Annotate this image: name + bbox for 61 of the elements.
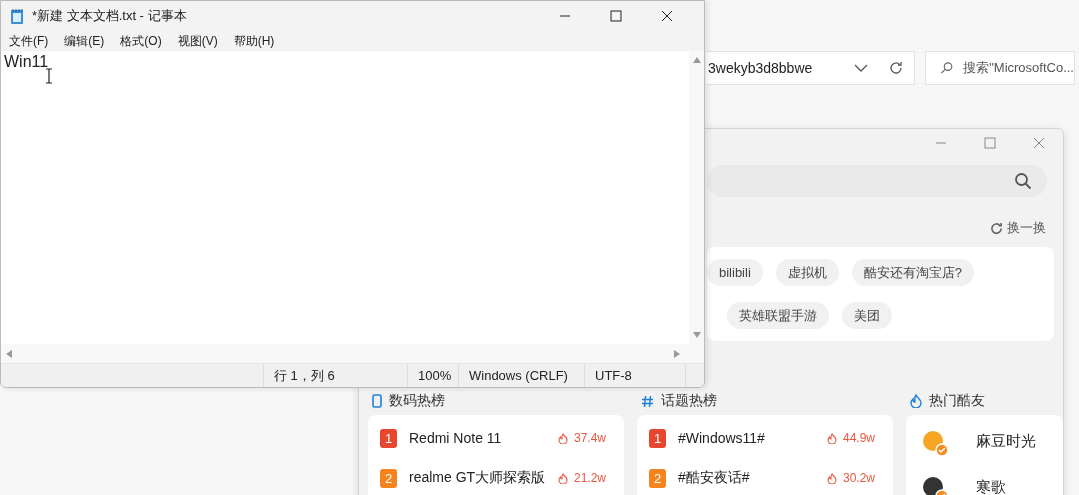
search-field[interactable]: [707, 165, 1047, 197]
text-cursor-icon: [45, 68, 53, 84]
refresh-button[interactable]: 换一换: [990, 219, 1046, 237]
flame-icon: [557, 432, 568, 444]
rank-badge: 1: [380, 428, 397, 448]
status-text: UTF-8: [585, 364, 686, 387]
chevron-down-icon[interactable]: [854, 63, 868, 73]
search-icon[interactable]: [1014, 172, 1032, 190]
menu-item[interactable]: 编辑(E): [64, 32, 105, 50]
search-placeholder: 搜索"MicrosoftCo...: [963, 59, 1074, 77]
search-field[interactable]: 搜索"MicrosoftCo...: [925, 51, 1075, 85]
section-title: 热门酷友: [929, 392, 985, 410]
user-name[interactable]: 麻豆时光: [976, 431, 1036, 451]
window-title: *新建 文本文档.txt - 记事本: [32, 7, 187, 25]
document-text[interactable]: Win11: [4, 53, 49, 70]
tag-chip[interactable]: 英雄联盟手游: [727, 302, 829, 329]
address-bar[interactable]: 3wekyb3d8bbwe: [706, 51, 915, 85]
tag-chip[interactable]: 酷安还有淘宝店?: [851, 259, 975, 286]
heat-count: 30.2w: [842, 471, 875, 485]
rank-badge: 2: [649, 468, 666, 488]
status-text: 100%: [408, 364, 459, 387]
search-icon: [940, 61, 954, 75]
ranking-title[interactable]: Redmi Note 11: [409, 430, 552, 446]
menu-item[interactable]: 格式(O): [120, 32, 162, 50]
menu-item[interactable]: 视图(V): [177, 32, 218, 50]
scroll-up-icon[interactable]: [692, 57, 701, 63]
vertical-scrollbar[interactable]: [689, 51, 704, 344]
address-text: 3wekyb3d8bbwe: [708, 60, 814, 76]
section-title: 话题热榜: [661, 392, 717, 410]
scroll-left-icon[interactable]: [6, 349, 12, 358]
heat-count: 44.9w: [842, 431, 875, 445]
status-text: Windows (CRLF): [459, 364, 585, 387]
horizontal-scrollbar[interactable]: [1, 344, 704, 363]
hashtag-icon: [641, 394, 654, 408]
close-icon[interactable]: [661, 10, 673, 22]
flame-icon: [826, 432, 837, 444]
user-name[interactable]: 寒歌: [976, 477, 1006, 495]
refresh-icon: [990, 221, 1003, 235]
ranking-title[interactable]: #酷安夜话#: [678, 469, 821, 487]
heat-count: 37.4w: [573, 431, 606, 445]
scroll-right-icon[interactable]: [674, 349, 680, 358]
section-title: 数码热榜: [389, 392, 445, 410]
notepad-icon: [10, 7, 24, 25]
rank-badge: 1: [649, 428, 666, 448]
flame-icon: [910, 394, 922, 408]
ranking-title[interactable]: #Windows11#: [678, 430, 821, 446]
flame-icon: [557, 472, 568, 484]
maximize-icon[interactable]: [610, 10, 622, 22]
tag-chip[interactable]: 美团: [842, 302, 892, 329]
tag-chip[interactable]: 虚拟机: [775, 259, 839, 286]
phone-icon: [372, 394, 382, 408]
flame-icon: [826, 472, 837, 484]
menu-item[interactable]: 帮助(H): [233, 32, 275, 50]
rank-badge: 2: [380, 468, 397, 488]
status-text: 行 1，列 6: [264, 364, 408, 387]
scroll-down-icon[interactable]: [692, 332, 701, 338]
refresh-icon[interactable]: [888, 60, 904, 76]
tag-chip[interactable]: bilibili: [707, 259, 763, 286]
heat-count: 21.2w: [573, 471, 606, 485]
ranking-title[interactable]: realme GT大师探索版: [409, 469, 552, 487]
menu-item[interactable]: 文件(F): [9, 32, 49, 50]
